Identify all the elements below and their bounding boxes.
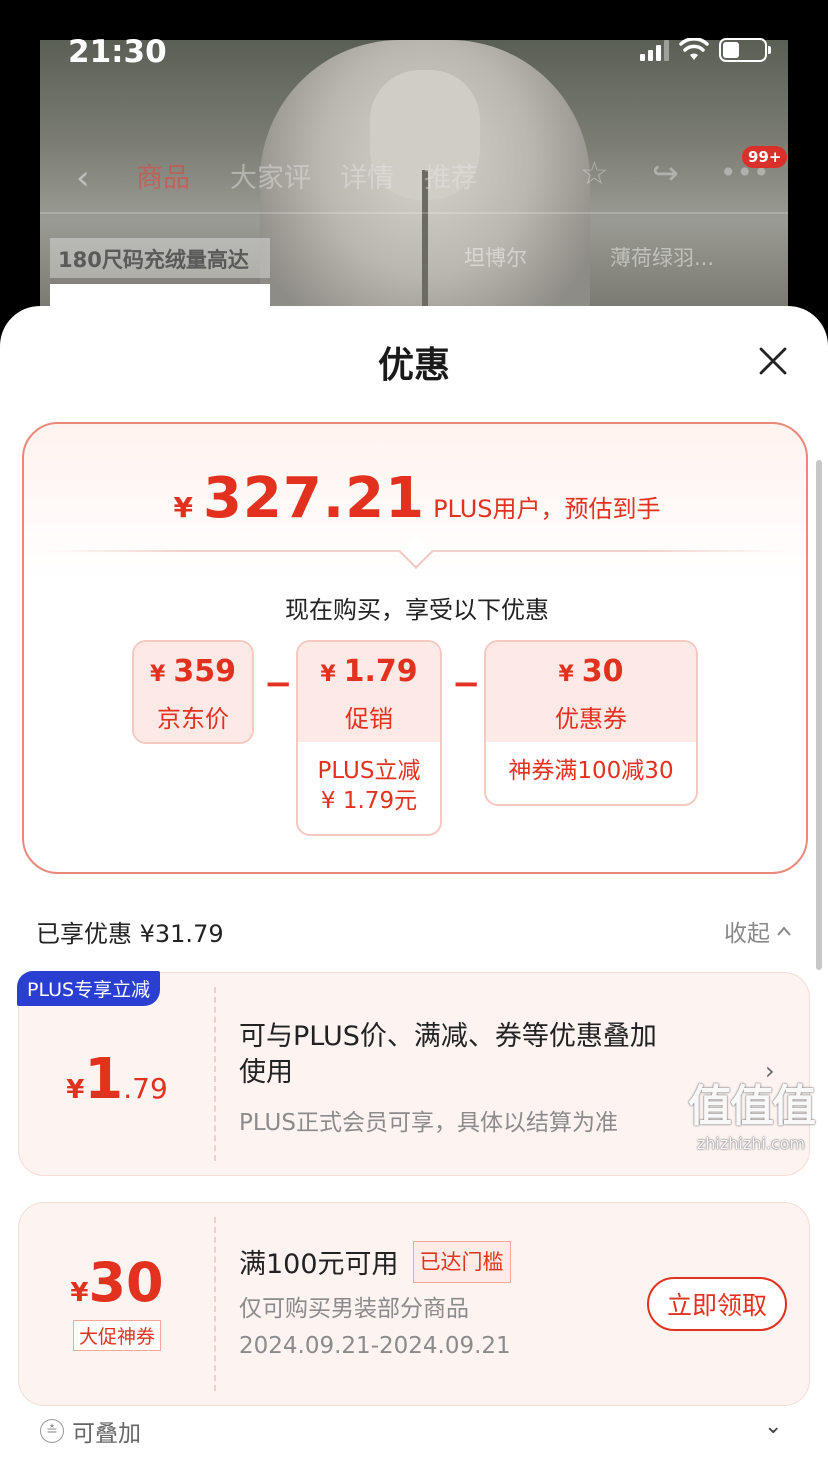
tab-recommend: 推荐 [424, 163, 478, 194]
tab-divider [40, 212, 788, 214]
promotion-label: 促销 [345, 705, 393, 733]
coupon-value: ¥30 [558, 654, 624, 689]
variant-chip: 薄荷绿羽... [610, 246, 715, 270]
promotion-detail: PLUS立减 ¥ 1.79元 [317, 758, 421, 814]
jd-price-value: ¥359 [150, 654, 236, 689]
threshold-reached-tag: 已达门槛 [412, 1241, 511, 1283]
saved-amount: 已享优惠 ¥31.79 [36, 920, 224, 948]
estimated-price: 327.21 [202, 466, 426, 531]
close-icon [759, 347, 787, 375]
jd-price-box: ¥359 京东价 [132, 640, 254, 744]
coupon-validity: 2024.09.21-2024.09.21 [239, 1333, 511, 1359]
discount-sheet: 优惠 ¥327.21 PLUS用户，预估到手 现在购买，享受以下优惠 ¥359 京… [0, 306, 828, 1458]
tab-product: 商品 [136, 163, 190, 194]
promotion-box: ¥1.79 促销 PLUS立减 ¥ 1.79元 [296, 640, 442, 836]
message-badge: 99+ [742, 146, 788, 168]
coupon-label: 优惠券 [555, 705, 627, 733]
scrollbar[interactable] [816, 460, 822, 970]
brand-chip: 坦博尔 [464, 246, 527, 270]
divider-notch [399, 535, 433, 569]
minus-operator: − [452, 664, 481, 704]
claim-coupon-button[interactable]: 立即领取 [647, 1277, 787, 1331]
promotion-value: ¥1.79 [320, 654, 418, 689]
close-button[interactable] [750, 338, 796, 384]
promo-coupon-tag: 大促神券 [72, 1320, 161, 1351]
battery-icon [719, 38, 771, 62]
back-icon: ‹ [76, 158, 90, 198]
wifi-icon [679, 38, 709, 60]
collapse-button[interactable]: 收起 [724, 914, 792, 948]
tab-reviews: 大家评 [230, 163, 311, 194]
estimate-label: PLUS用户，预估到手 [433, 495, 661, 523]
minus-operator: − [264, 664, 293, 704]
watermark-logo: 值值值 zhizhizhi.com [688, 1081, 816, 1153]
jd-price-label: 京东价 [157, 705, 229, 733]
chevron-up-icon [777, 926, 791, 936]
stackable-label: 可叠加 [72, 1421, 141, 1447]
plus-discount-amount: ¥1.79 [66, 1047, 168, 1112]
favorite-icon: ☆ [580, 154, 609, 192]
promo-strip: 180尺码充绒量高达 [50, 238, 270, 278]
estimate-currency: ¥ [173, 491, 193, 524]
coupon-amount: ¥30 大促神券 [19, 1251, 215, 1351]
product-page-background: ‹ 商品 大家评 详情 推荐 ☆ ↪ ••• 99+ 180尺码充绒量高达 坦博… [40, 40, 788, 340]
coupon-scope: 仅可购买男装部分商品 [239, 1296, 469, 1322]
plus-exclusive-badge: PLUS专享立减 [17, 971, 161, 1006]
coupon-detail: 神券满100减30 [508, 758, 674, 784]
chevron-down-icon[interactable]: ⌄ [764, 1414, 782, 1439]
coupon-card: ¥30 大促神券 满100元可用 已达门槛 仅可购买男装部分商品 2024.09.… [18, 1202, 810, 1406]
status-time: 21:30 [68, 34, 167, 70]
share-icon: ↪ [652, 154, 679, 192]
tab-details: 详情 [340, 163, 394, 194]
estimated-price-row: ¥327.21 PLUS用户，预估到手 [24, 466, 810, 531]
stack-icon: ≛ [40, 1419, 64, 1443]
signal-icon [640, 39, 669, 61]
coupon-box: ¥30 优惠券 神券满100减30 [484, 640, 698, 806]
plus-discount-subtitle: PLUS正式会员可享，具体以结算为准 [239, 1110, 618, 1136]
buy-text: 现在购买，享受以下优惠 [285, 596, 549, 624]
collapse-label: 收起 [724, 921, 770, 947]
stackable-row: ≛ 可叠加 [40, 1414, 141, 1448]
price-calculation-card: ¥327.21 PLUS用户，预估到手 现在购买，享受以下优惠 ¥359 京东价 … [22, 422, 808, 874]
status-icons [640, 38, 771, 62]
sheet-title: 优惠 [377, 345, 450, 386]
plus-discount-title: 可与PLUS价、满减、券等优惠叠加 使用 [239, 1021, 657, 1088]
coupon-title: 满100元可用 已达门槛 [239, 1241, 511, 1283]
